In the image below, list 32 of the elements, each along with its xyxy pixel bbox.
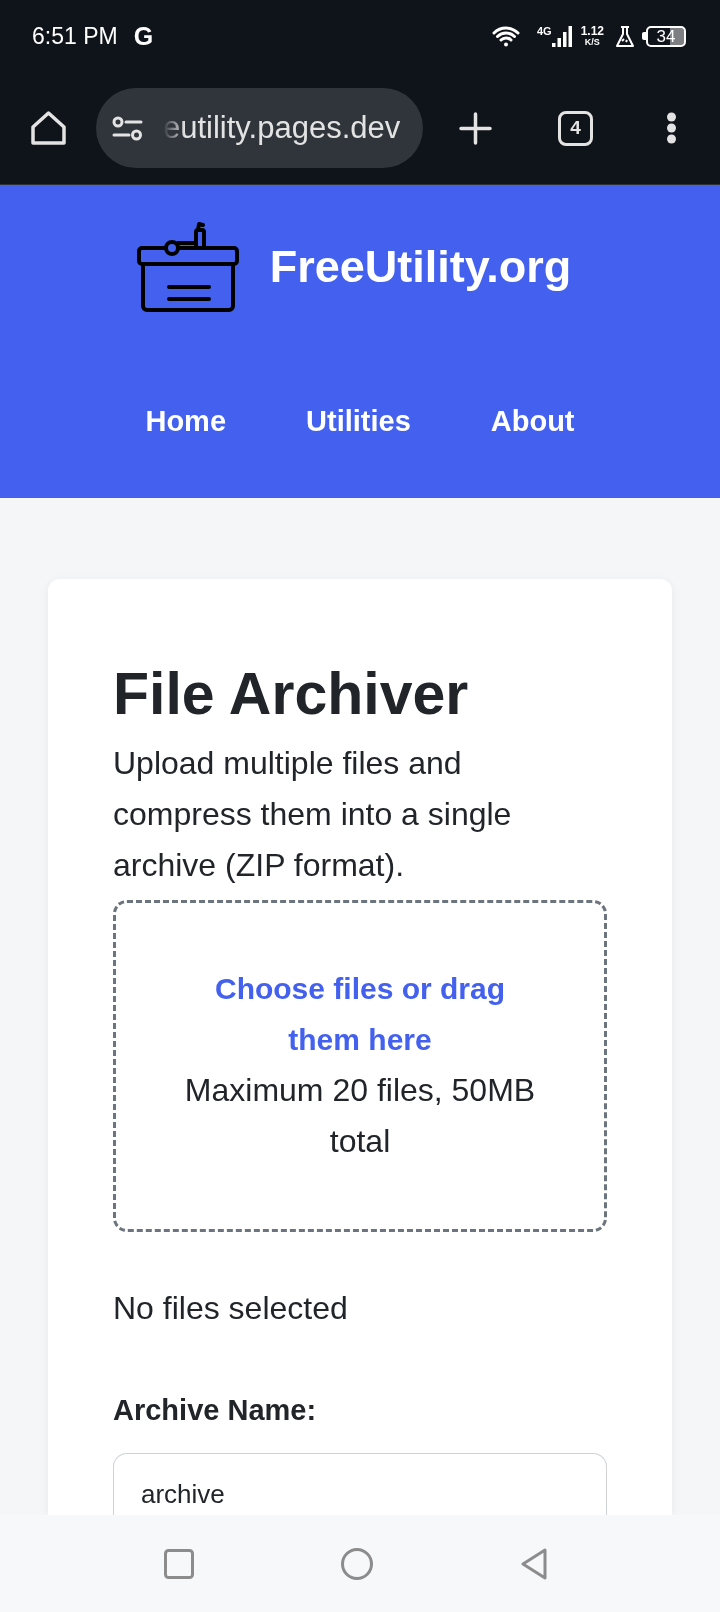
tab-count-button[interactable]: 4 [558,110,593,146]
url-bar[interactable]: eutility.pages.dev [96,88,423,168]
triangle-icon[interactable] [520,1547,548,1580]
flask-icon [615,25,635,47]
upload-limit-hint: Maximum 20 files, 50MB total [183,1071,537,1161]
circle-icon[interactable] [341,1547,373,1580]
file-status-text: No files selected [113,1289,349,1328]
nav-link[interactable]: Home [145,401,227,441]
notification-glyph: G [133,22,154,50]
plus-icon[interactable] [459,111,492,145]
data-speed-unit: K/S [584,37,600,47]
house-icon[interactable] [30,110,67,146]
description-text: Upload multiple files and compress them into a single archive (ZIP format). [113,744,513,885]
menu-icon[interactable] [666,112,677,144]
archive-name-field[interactable]: archive [113,1453,607,1515]
file-drop-zone[interactable]: Choose files or drag them here Maximum 20 files, 50MB total [113,900,607,1232]
site-title: FreeUtility.org [269,240,572,293]
wifi-icon [490,25,521,47]
battery-indicator: 34 [642,25,686,47]
signal-bars-icon [551,25,572,47]
archive-name-label: Archive Name: [113,1393,318,1428]
data-speed-value: 1.12 [580,25,604,37]
nav-link[interactable]: Utilities [306,401,411,441]
network-type-label: 4G [536,25,552,36]
page-title: File Archiver [113,660,470,729]
sliders-icon[interactable] [112,115,143,141]
nav-link[interactable]: About [490,401,575,441]
choose-files-link[interactable]: Choose files or drag them here [180,963,540,1065]
square-icon[interactable] [164,1548,194,1579]
url-text: eutility.pages.dev [163,110,401,146]
box-logo-icon [136,221,239,312]
status-time: 6:51 PM [32,22,118,50]
